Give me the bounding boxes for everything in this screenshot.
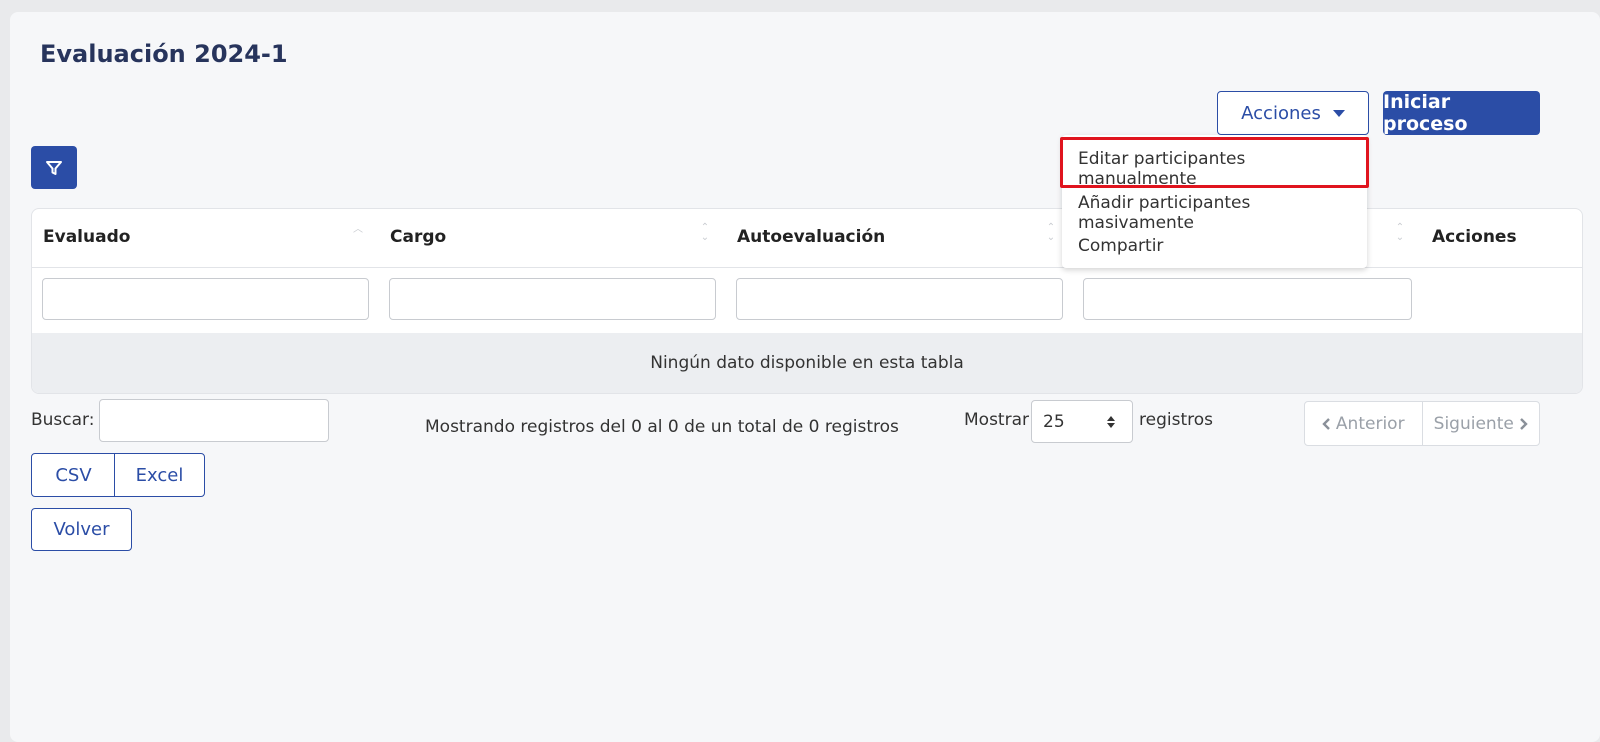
chevron-right-icon <box>1519 417 1528 430</box>
page-title: Evaluación 2024-1 <box>40 40 288 68</box>
page-length-select[interactable]: 25 <box>1031 400 1133 443</box>
next-page-label: Siguiente <box>1433 413 1514 434</box>
filter-input-cargo[interactable] <box>389 278 716 320</box>
sort-icon[interactable]: ⌃ ⌄ <box>1394 223 1406 245</box>
sort-asc-icon[interactable]: ︿ <box>352 225 364 247</box>
main-card: Evaluación 2024-1 Acciones Iniciar proce… <box>10 12 1600 742</box>
highlight-box <box>1060 137 1369 188</box>
select-arrows-icon <box>1107 416 1115 428</box>
filter-input-column-4[interactable] <box>1083 278 1412 320</box>
chevron-left-icon <box>1322 417 1330 430</box>
filter-button[interactable] <box>31 146 77 189</box>
start-process-button[interactable]: Iniciar proceso <box>1383 91 1540 135</box>
menu-item-add-participants-bulk[interactable]: Añadir participantes masivamente <box>1078 193 1367 233</box>
search-label: Buscar: <box>31 410 95 430</box>
sort-icon[interactable]: ⌃ ⌄ <box>1045 223 1057 245</box>
previous-page-label: Anterior <box>1335 413 1405 434</box>
caret-down-icon <box>1332 109 1345 117</box>
table-info-text: Mostrando registros del 0 al 0 de un tot… <box>425 417 899 437</box>
export-excel-button[interactable]: Excel <box>114 453 205 497</box>
filter-input-evaluado[interactable] <box>42 278 369 320</box>
actions-dropdown-button[interactable]: Acciones <box>1217 91 1369 135</box>
export-csv-button[interactable]: CSV <box>31 453 116 497</box>
menu-item-share[interactable]: Compartir <box>1078 236 1163 256</box>
column-header-acciones: Acciones <box>1432 227 1517 247</box>
column-header-autoevaluacion[interactable]: Autoevaluación <box>737 227 885 247</box>
show-entries-prefix: Mostrar <box>964 410 1029 430</box>
filter-icon <box>46 160 62 175</box>
column-header-cargo[interactable]: Cargo <box>390 227 446 247</box>
page-length-value: 25 <box>1043 411 1065 432</box>
next-page-button[interactable]: Siguiente <box>1421 402 1540 445</box>
show-entries-suffix: registros <box>1139 410 1213 430</box>
empty-table-message: Ningún dato disponible en esta tabla <box>32 333 1582 393</box>
search-input[interactable] <box>99 399 329 442</box>
sort-icon[interactable]: ⌃ ⌄ <box>699 223 711 245</box>
previous-page-button[interactable]: Anterior <box>1305 402 1422 445</box>
filter-input-autoevaluacion[interactable] <box>736 278 1063 320</box>
pagination: Anterior Siguiente <box>1304 401 1540 446</box>
actions-label: Acciones <box>1241 102 1321 124</box>
back-button[interactable]: Volver <box>31 508 132 551</box>
column-header-evaluado[interactable]: Evaluado <box>43 227 130 247</box>
